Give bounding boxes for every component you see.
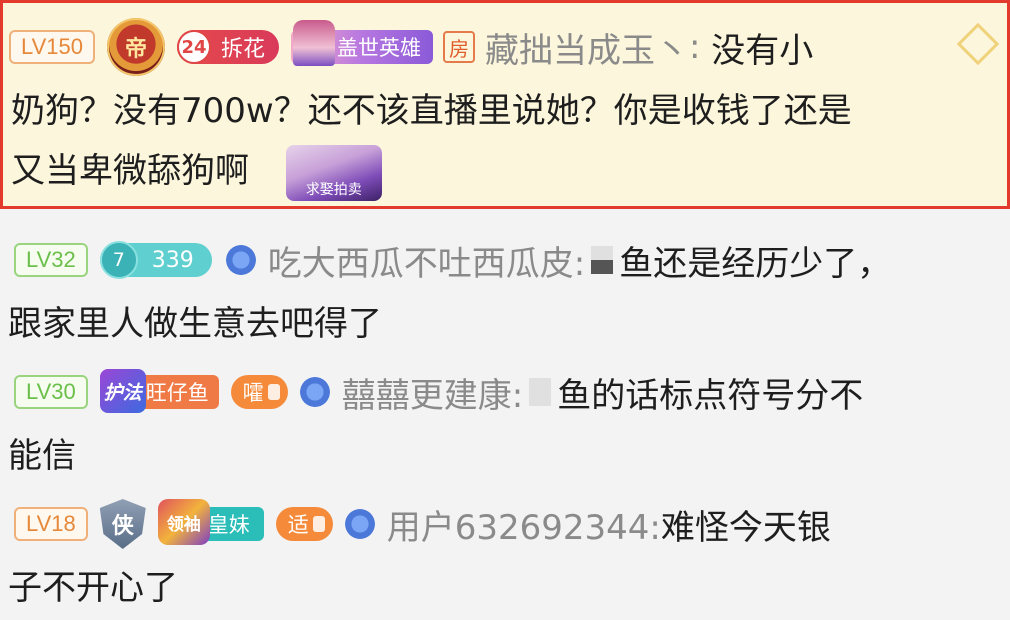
message-text: 鱼的话标点符号分不: [557, 375, 864, 416]
message-text-line: 跟家里人做生意去吧得了: [8, 304, 382, 344]
level-badge: LV150: [9, 30, 95, 64]
hero-avatar-icon: [293, 20, 335, 66]
noble-icon: [299, 377, 330, 407]
leader-logo-icon: 领袖: [157, 499, 210, 545]
fan-badge[interactable]: 24 拆花: [176, 30, 279, 64]
level-badge: LV18: [14, 507, 88, 541]
username[interactable]: 用户632692344:: [387, 500, 661, 549]
fan-badge-name: 拆花: [220, 37, 265, 62]
message-text: 难怪今天银: [660, 507, 831, 548]
level-badge: LV30: [14, 375, 88, 409]
fan-badge-level: 24: [176, 30, 211, 64]
gift-sticker-icon: 求娶拍卖: [285, 144, 382, 201]
chat-message[interactable]: LV18 侠 领袖 皇妹 适 用户632692344: 难怪今天银 子不开心了: [0, 492, 1010, 620]
guard-badge[interactable]: 护法 旺仔鱼: [99, 369, 219, 413]
level-badge: LV32: [14, 243, 88, 277]
shield-rank-icon: 侠: [99, 499, 146, 549]
room-manager-tag: 房: [443, 31, 475, 63]
emperor-rank-icon: 帝: [106, 18, 165, 76]
fan-badge-name: 339: [151, 247, 194, 273]
fan-badge-level: 7: [99, 241, 138, 279]
fan-badge[interactable]: 7 339: [99, 241, 212, 279]
username[interactable]: 藏拙当成玉丶: [485, 23, 689, 72]
hero-badge-label: 盖世英雄: [337, 36, 421, 60]
orange-tag: 嚯: [230, 375, 288, 409]
hero-badge[interactable]: 盖世英雄: [291, 20, 433, 66]
message-text-line: 奶狗？没有700w？还不该直播里说她？你是收钱了还是: [11, 91, 852, 131]
message-text-line: 又当卑微舔狗啊: [11, 151, 249, 191]
message-text-line: 子不开心了: [8, 568, 178, 608]
orange-tag: 适: [275, 507, 333, 541]
fan-badge-name: 皇妹: [207, 513, 250, 537]
message-text: 没有小: [711, 30, 814, 71]
message-text-line: 能信: [8, 436, 76, 476]
censored-text: [529, 378, 552, 406]
username[interactable]: 吃大西瓜不吐西瓜皮:: [268, 236, 585, 285]
chat-message[interactable]: LV32 7 339 吃大西瓜不吐西瓜皮: 鱼还是经历少了， 跟家里人做生意去吧…: [0, 228, 1010, 356]
guard-badge-name: 旺仔鱼: [145, 381, 209, 405]
chat-message-highlighted[interactable]: LV150 帝 24 拆花 盖世英雄 房 藏拙当成玉丶 : 没有小 奶狗？没有7…: [0, 0, 1010, 209]
noble-icon: [344, 509, 375, 539]
chat-message[interactable]: LV30 护法 旺仔鱼 嚯 囍囍更建康: 鱼的话标点符号分不 能信: [0, 360, 1010, 488]
fan-badge[interactable]: 领袖 皇妹: [157, 499, 264, 545]
message-text: 鱼还是经历少了，: [619, 243, 892, 284]
censored-text: [591, 246, 614, 274]
username-colon: :: [689, 27, 712, 67]
noble-icon: [225, 245, 256, 275]
username[interactable]: 囍囍更建康:: [342, 368, 523, 417]
guard-logo-icon: 护法: [99, 369, 146, 413]
